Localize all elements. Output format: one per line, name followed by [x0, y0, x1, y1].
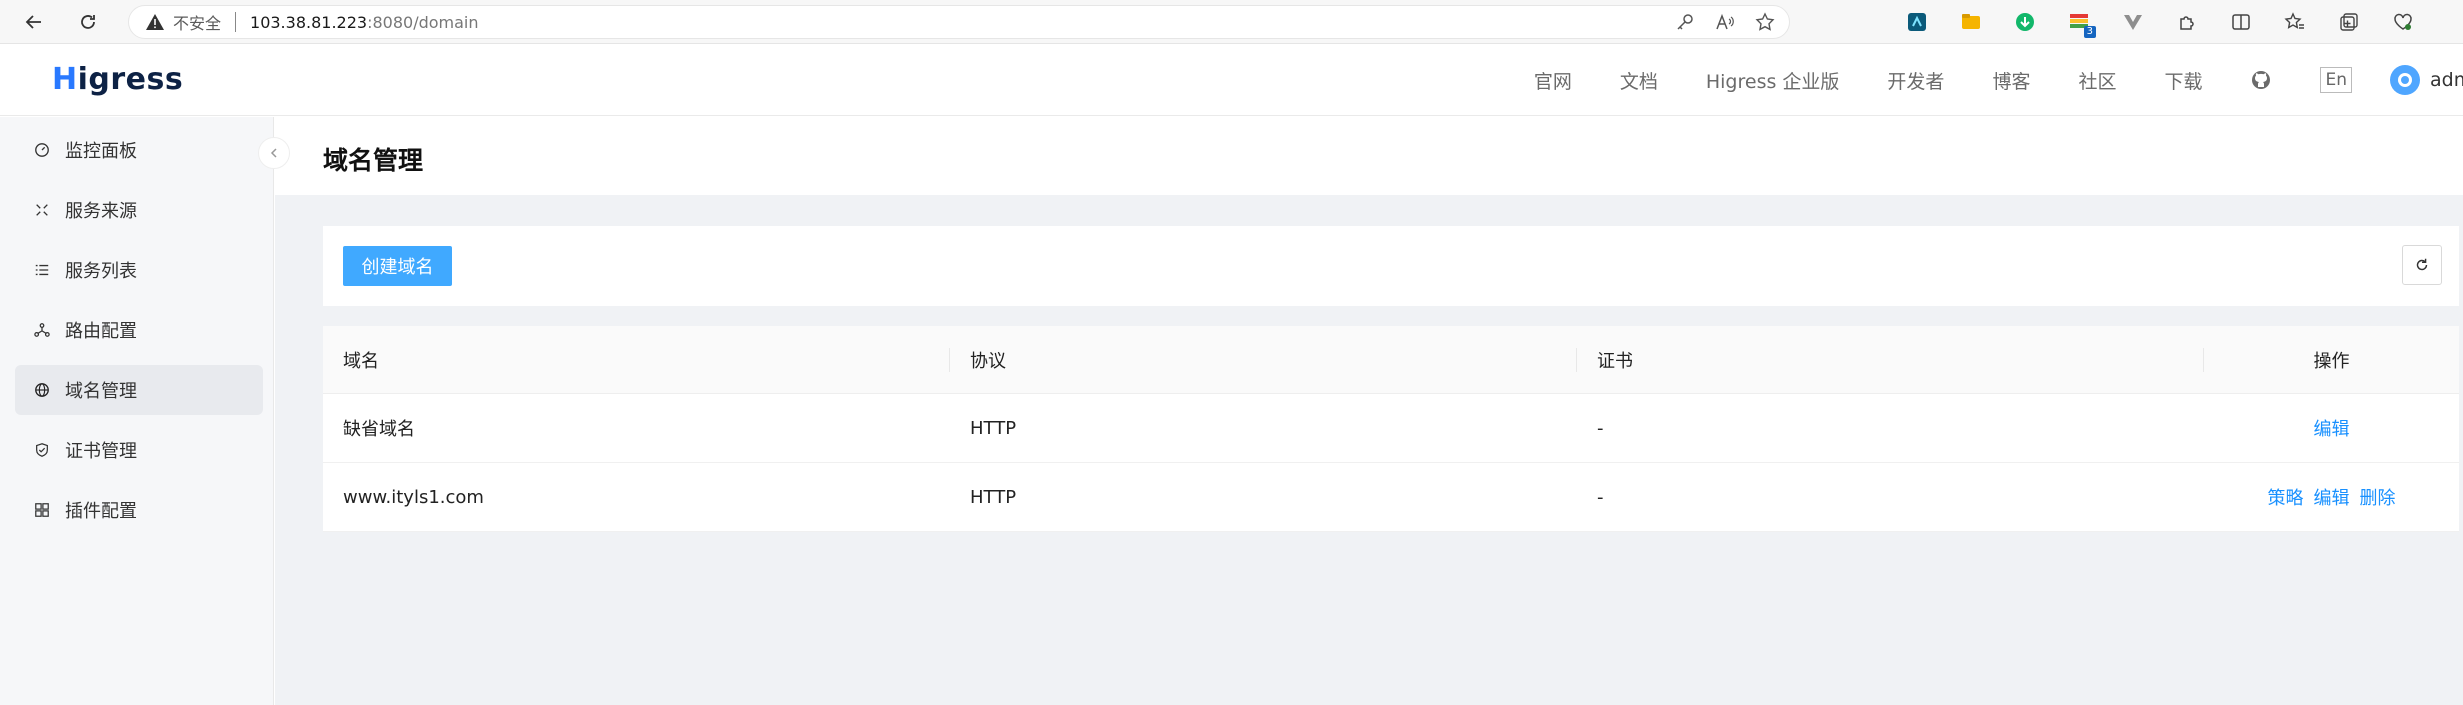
sidebar-item-cert-management[interactable]: 证书管理 [15, 425, 263, 475]
cell-actions: 编辑 [2204, 394, 2459, 462]
cell-cert: - [1597, 486, 1604, 508]
language-switch[interactable]: En [2320, 67, 2352, 93]
extensions-puzzle-icon[interactable] [2170, 6, 2204, 38]
nav-blog[interactable]: 博客 [1992, 67, 2030, 94]
collections-icon[interactable] [2332, 6, 2366, 38]
table-row: 缺省域名 HTTP - 编辑 [323, 394, 2459, 463]
logo-first-letter: H [52, 62, 78, 97]
chevron-left-icon [270, 148, 277, 158]
sidebar-item-service-source[interactable]: 服务来源 [15, 185, 263, 235]
edit-link[interactable]: 编辑 [2314, 484, 2350, 510]
column-label: 证书 [1597, 351, 1633, 372]
cell-actions: 策略 编辑 删除 [2204, 463, 2459, 531]
table-header: 域名 协议 证书 操作 [323, 326, 2459, 394]
sidebar-item-label: 服务来源 [65, 201, 137, 222]
refresh-button[interactable] [2402, 245, 2442, 285]
user-avatar[interactable] [2390, 65, 2420, 95]
url-separator [235, 12, 237, 32]
nav-developers[interactable]: 开发者 [1887, 67, 1944, 94]
read-aloud-icon[interactable] [1715, 12, 1735, 32]
sidebar-item-domain-management[interactable]: 域名管理 [15, 365, 263, 415]
plugin-icon [33, 501, 51, 519]
sidebar-item-label: 路由配置 [65, 321, 137, 342]
main-content: 域名管理 创建域名 域名 协议 证书 操作 缺省域名 HTTP - 编辑 www… [275, 117, 2463, 705]
extension-vue-icon[interactable] [2116, 6, 2150, 38]
cell-cert: - [1597, 417, 1604, 439]
service-source-icon [33, 201, 51, 219]
column-header-protocol: 协议 [950, 326, 1577, 394]
favorite-star-icon[interactable] [1755, 12, 1775, 32]
reload-button[interactable] [72, 6, 104, 38]
user-name[interactable]: admin [2430, 69, 2463, 91]
edit-link[interactable]: 编辑 [2314, 415, 2350, 441]
delete-link[interactable]: 删除 [2360, 484, 2396, 510]
sidebar: 监控面板 服务来源 服务列表 路由配置 域名管理 证书管理 插件配置 [0, 117, 274, 705]
extension-colorful-icon[interactable]: 3 [2062, 6, 2096, 38]
toolbar: 创建域名 [323, 226, 2459, 306]
sidebar-item-label: 插件配置 [65, 501, 137, 522]
url-path: :8080/domain [367, 12, 479, 32]
address-bar[interactable]: 不安全 103.38.81.223 :8080/domain [128, 5, 1790, 39]
back-arrow-icon [25, 15, 41, 29]
cell-domain: 缺省域名 [343, 419, 415, 440]
table-row: www.ityls1.com HTTP - 策略 编辑 删除 [323, 463, 2459, 532]
globe-icon [33, 381, 51, 399]
nav-download[interactable]: 下载 [2164, 67, 2202, 94]
column-header-cert: 证书 [1577, 326, 2204, 394]
warning-icon [145, 12, 165, 32]
nav-official-site[interactable]: 官网 [1534, 67, 1572, 94]
page-header: 域名管理 [275, 117, 2463, 195]
column-header-domain: 域名 [323, 326, 950, 394]
logo-rest: igress [77, 62, 184, 97]
sidebar-item-monitoring[interactable]: 监控面板 [15, 125, 263, 175]
extension-folder-icon[interactable] [1954, 6, 1988, 38]
url-host: 103.38.81.223 [250, 12, 368, 32]
sidebar-item-label: 监控面板 [65, 141, 137, 162]
refresh-icon [2416, 258, 2428, 271]
extension-teal-icon[interactable] [1900, 6, 1934, 38]
sidebar-item-service-list[interactable]: 服务列表 [15, 245, 263, 295]
domain-table: 域名 协议 证书 操作 缺省域名 HTTP - 编辑 www.ityls1.co… [323, 326, 2459, 532]
create-domain-button[interactable]: 创建域名 [343, 246, 452, 286]
insecure-label: 不安全 [173, 14, 222, 33]
back-button[interactable] [18, 6, 50, 38]
policy-link[interactable]: 策略 [2268, 484, 2304, 510]
cell-protocol: HTTP [970, 417, 1017, 439]
list-icon [33, 261, 51, 279]
sidebar-item-label: 域名管理 [65, 381, 137, 402]
reload-icon [81, 15, 95, 29]
column-label: 域名 [343, 351, 379, 372]
favorites-icon[interactable] [2278, 6, 2312, 38]
sidebar-item-plugin-config[interactable]: 插件配置 [15, 485, 263, 535]
browser-toolbar: 不安全 103.38.81.223 :8080/domain 3 [0, 0, 2463, 44]
top-nav: 官网 文档 Higress 企业版 开发者 博客 社区 下载 En admin [1534, 44, 2463, 116]
column-label: 操作 [2313, 351, 2350, 372]
sidebar-collapse-button[interactable] [258, 137, 290, 169]
split-screen-icon[interactable] [2224, 6, 2258, 38]
column-label: 协议 [970, 351, 1006, 372]
route-icon [33, 321, 51, 339]
extension-download-icon[interactable] [2008, 6, 2042, 38]
github-icon[interactable] [2250, 69, 2272, 91]
sidebar-item-route-config[interactable]: 路由配置 [15, 305, 263, 355]
page-title: 域名管理 [323, 146, 424, 175]
browser-health-icon[interactable] [2386, 6, 2420, 38]
nav-docs[interactable]: 文档 [1620, 67, 1658, 94]
shield-icon [33, 441, 51, 459]
sidebar-item-label: 证书管理 [65, 441, 137, 462]
app-header: Higress 官网 文档 Higress 企业版 开发者 博客 社区 下载 E… [0, 44, 2463, 116]
cell-domain: www.ityls1.com [343, 486, 484, 508]
column-header-actions: 操作 [2204, 326, 2459, 394]
nav-community[interactable]: 社区 [2078, 67, 2116, 94]
dashboard-icon [33, 141, 51, 159]
higress-logo[interactable]: Higress [52, 62, 183, 97]
cell-protocol: HTTP [970, 486, 1017, 508]
sidebar-item-label: 服务列表 [65, 261, 137, 282]
key-icon[interactable] [1675, 12, 1695, 32]
nav-enterprise[interactable]: Higress 企业版 [1706, 67, 1840, 94]
extension-badge: 3 [2083, 26, 2096, 38]
